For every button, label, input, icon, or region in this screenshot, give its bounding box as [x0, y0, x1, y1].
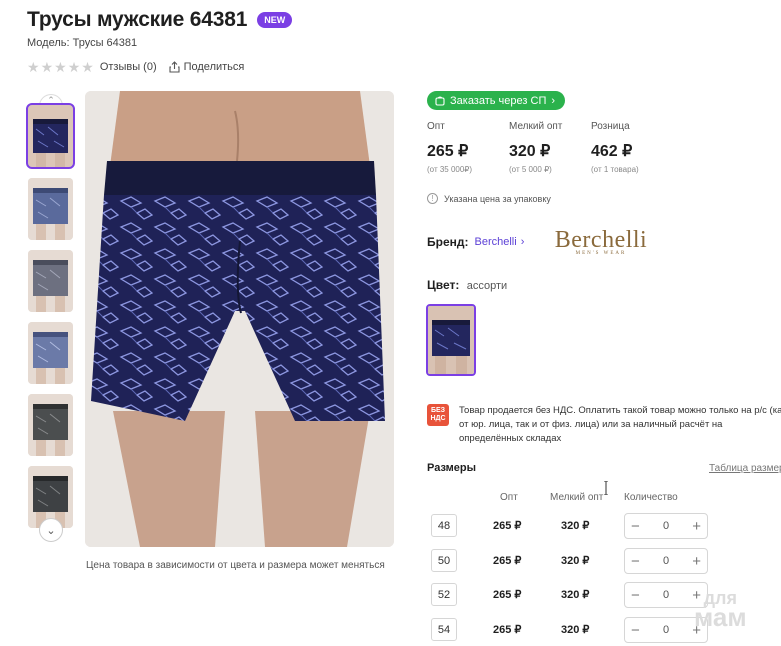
- price-value: 320 ₽: [509, 143, 551, 160]
- size-label: 50: [431, 549, 457, 572]
- sizes-title: Размеры: [427, 462, 477, 474]
- brand-logo-text: Berchelli: [554, 227, 648, 253]
- quantity-value[interactable]: 0: [663, 555, 669, 567]
- main-product-photo[interactable]: [85, 91, 394, 547]
- reviews-link[interactable]: Отзывы (0): [100, 61, 157, 73]
- quantity-stepper: − 0 +: [624, 513, 708, 539]
- vat-icon-line1: БЕЗ: [430, 407, 446, 414]
- price-condition: (от 5 000 ₽): [509, 165, 552, 174]
- price-retail: Розница 462 ₽ (от 1 товара): [591, 121, 673, 174]
- vat-notice: БЕЗ НДС Товар продается без НДС. Оплатит…: [427, 404, 781, 446]
- brand-link[interactable]: Berchelli: [475, 236, 517, 248]
- thumbnail-3[interactable]: [28, 250, 73, 312]
- star-icon: ★: [54, 59, 67, 75]
- price-label: Опт: [427, 121, 445, 132]
- size-label: 48: [431, 514, 457, 537]
- brand-label: Бренд:: [427, 235, 469, 249]
- chevron-down-icon[interactable]: ⌄: [39, 518, 63, 542]
- quantity-value[interactable]: 0: [663, 520, 669, 532]
- size-row: 48 265 ₽ 320 ₽ − 0 +: [431, 513, 781, 539]
- size-label: 54: [431, 618, 457, 641]
- rating-stars: ★ ★ ★ ★ ★: [27, 60, 94, 74]
- watermark-line2: мам: [694, 602, 747, 633]
- col-header-small-opt: Мелкий опт: [550, 492, 604, 503]
- brand-row: Бренд: Berchelli ›: [427, 235, 524, 249]
- plus-icon[interactable]: +: [692, 554, 701, 569]
- share-label: Поделиться: [183, 61, 245, 73]
- price-label: Розница: [591, 121, 630, 132]
- plus-icon[interactable]: +: [692, 519, 701, 534]
- color-swatch-assorted[interactable]: [426, 304, 476, 376]
- title-row: Трусы мужские 64381 NEW: [27, 8, 293, 32]
- brand-logo[interactable]: Berchelli MEN'S WEAR: [547, 227, 655, 256]
- thumbnail-4[interactable]: [28, 322, 73, 384]
- size-price-small-opt: 320 ₽: [561, 520, 590, 532]
- price-small-opt: Мелкий опт 320 ₽ (от 5 000 ₽): [509, 121, 591, 174]
- size-row: 50 265 ₽ 320 ₽ − 0 +: [431, 548, 781, 574]
- minus-icon[interactable]: −: [631, 588, 640, 603]
- size-price-small-opt: 320 ₽: [561, 589, 590, 601]
- price-label: Мелкий опт: [509, 121, 563, 132]
- thumbnail-strip: ⌃ ⌄: [26, 94, 75, 544]
- cart-icon: [435, 96, 445, 106]
- vat-icon-line2: НДС: [430, 415, 446, 422]
- color-row: Цвет: ассорти: [427, 278, 507, 292]
- minus-icon[interactable]: −: [631, 554, 640, 569]
- size-price-opt: 265 ₽: [493, 555, 522, 567]
- size-label: 52: [431, 583, 457, 606]
- pack-price-note: ! Указана цена за упаковку: [427, 193, 551, 204]
- vat-text: Товар продается без НДС. Оплатить такой …: [459, 405, 781, 444]
- new-badge: NEW: [257, 12, 293, 28]
- order-via-sp-button[interactable]: Заказать через СП ›: [427, 91, 566, 110]
- thumbnail-1[interactable]: [26, 103, 75, 169]
- price-condition: (от 1 товара): [591, 165, 639, 174]
- color-label: Цвет:: [427, 278, 460, 292]
- price-value: 462 ₽: [591, 143, 633, 160]
- col-header-quantity: Количество: [624, 492, 678, 503]
- size-price-opt: 265 ₽: [493, 520, 522, 532]
- color-value: ассорти: [466, 280, 508, 292]
- minus-icon[interactable]: −: [631, 623, 640, 638]
- no-vat-icon: БЕЗ НДС: [427, 404, 449, 426]
- chevron-right-icon: ›: [551, 94, 556, 107]
- order-button-label: Заказать через СП: [450, 94, 547, 107]
- info-icon: !: [427, 193, 438, 204]
- price-tiers: Опт 265 ₽ (от 35 000₽) Мелкий опт 320 ₽ …: [427, 121, 673, 174]
- star-icon: ★: [27, 59, 40, 75]
- thumbnail-5[interactable]: [28, 394, 73, 456]
- size-price-opt: 265 ₽: [493, 589, 522, 601]
- col-header-opt: Опт: [500, 492, 518, 503]
- size-chart-link[interactable]: Таблица размеров: [709, 463, 781, 474]
- size-price-small-opt: 320 ₽: [561, 555, 590, 567]
- quantity-value[interactable]: 0: [663, 589, 669, 601]
- star-icon: ★: [81, 59, 94, 75]
- size-price-small-opt: 320 ₽: [561, 624, 590, 636]
- chevron-right-icon: ›: [520, 236, 525, 248]
- price-opt: Опт 265 ₽ (от 35 000₽): [427, 121, 509, 174]
- photo-price-note: Цена товара в зависимости от цвета и раз…: [86, 560, 385, 571]
- quantity-value[interactable]: 0: [663, 624, 669, 636]
- text-cursor-icon: [604, 481, 608, 495]
- minus-icon[interactable]: −: [631, 519, 640, 534]
- rating-row: ★ ★ ★ ★ ★ Отзывы (0) Поделиться: [27, 60, 244, 74]
- page-title: Трусы мужские 64381: [27, 8, 248, 31]
- price-value: 265 ₽: [427, 143, 469, 160]
- star-icon: ★: [40, 59, 54, 75]
- share-icon: [169, 61, 180, 73]
- price-condition: (от 35 000₽): [427, 165, 473, 174]
- model-text: Модель: Трусы 64381: [27, 37, 138, 49]
- share-button[interactable]: Поделиться: [169, 61, 245, 73]
- thumbnail-2[interactable]: [28, 178, 73, 240]
- quantity-stepper: − 0 +: [624, 548, 708, 574]
- size-price-opt: 265 ₽: [493, 624, 522, 636]
- watermark: для мам: [694, 589, 747, 633]
- pack-note-text: Указана цена за упаковку: [444, 193, 551, 204]
- star-icon: ★: [67, 59, 81, 75]
